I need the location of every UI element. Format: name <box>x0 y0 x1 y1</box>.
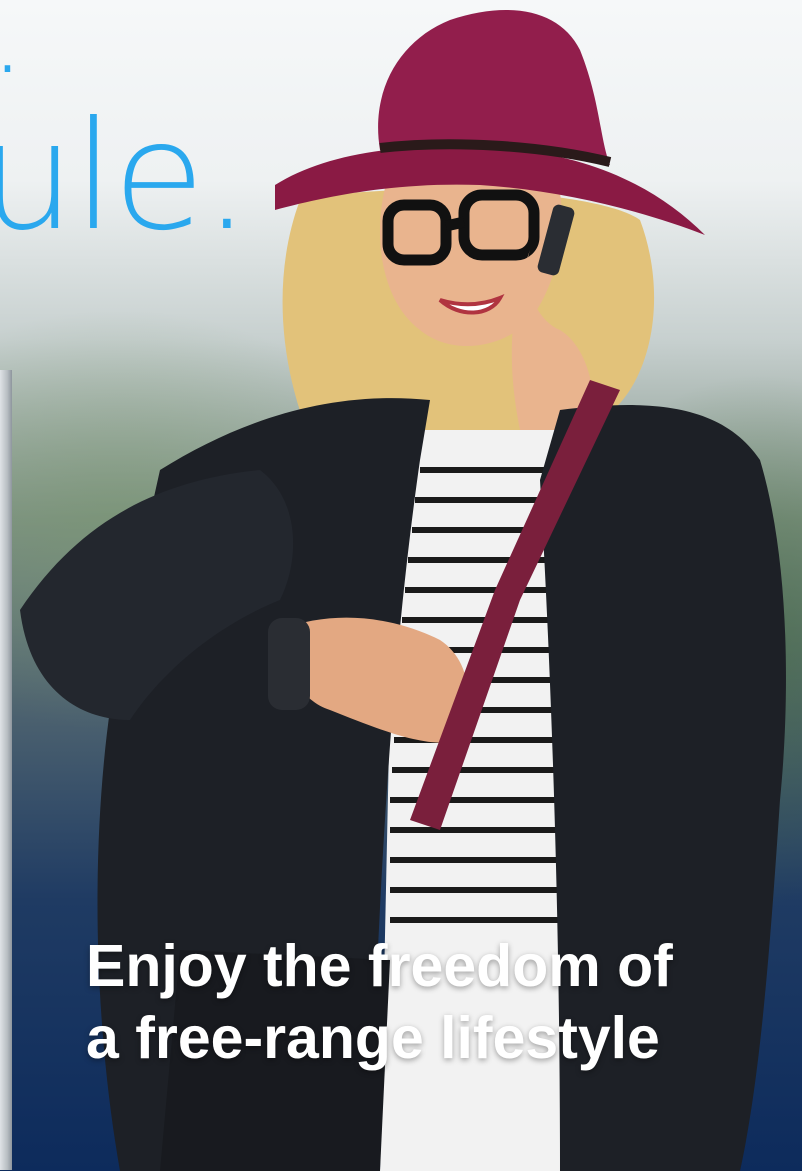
smartwatch <box>268 618 310 710</box>
tagline: Enjoy the freedom of a free-range lifest… <box>86 930 786 1074</box>
tagline-line-2: a free-range lifestyle <box>86 1005 660 1071</box>
hero-banner: . ule. <box>0 0 802 1171</box>
tagline-line-1: Enjoy the freedom of <box>86 933 673 999</box>
